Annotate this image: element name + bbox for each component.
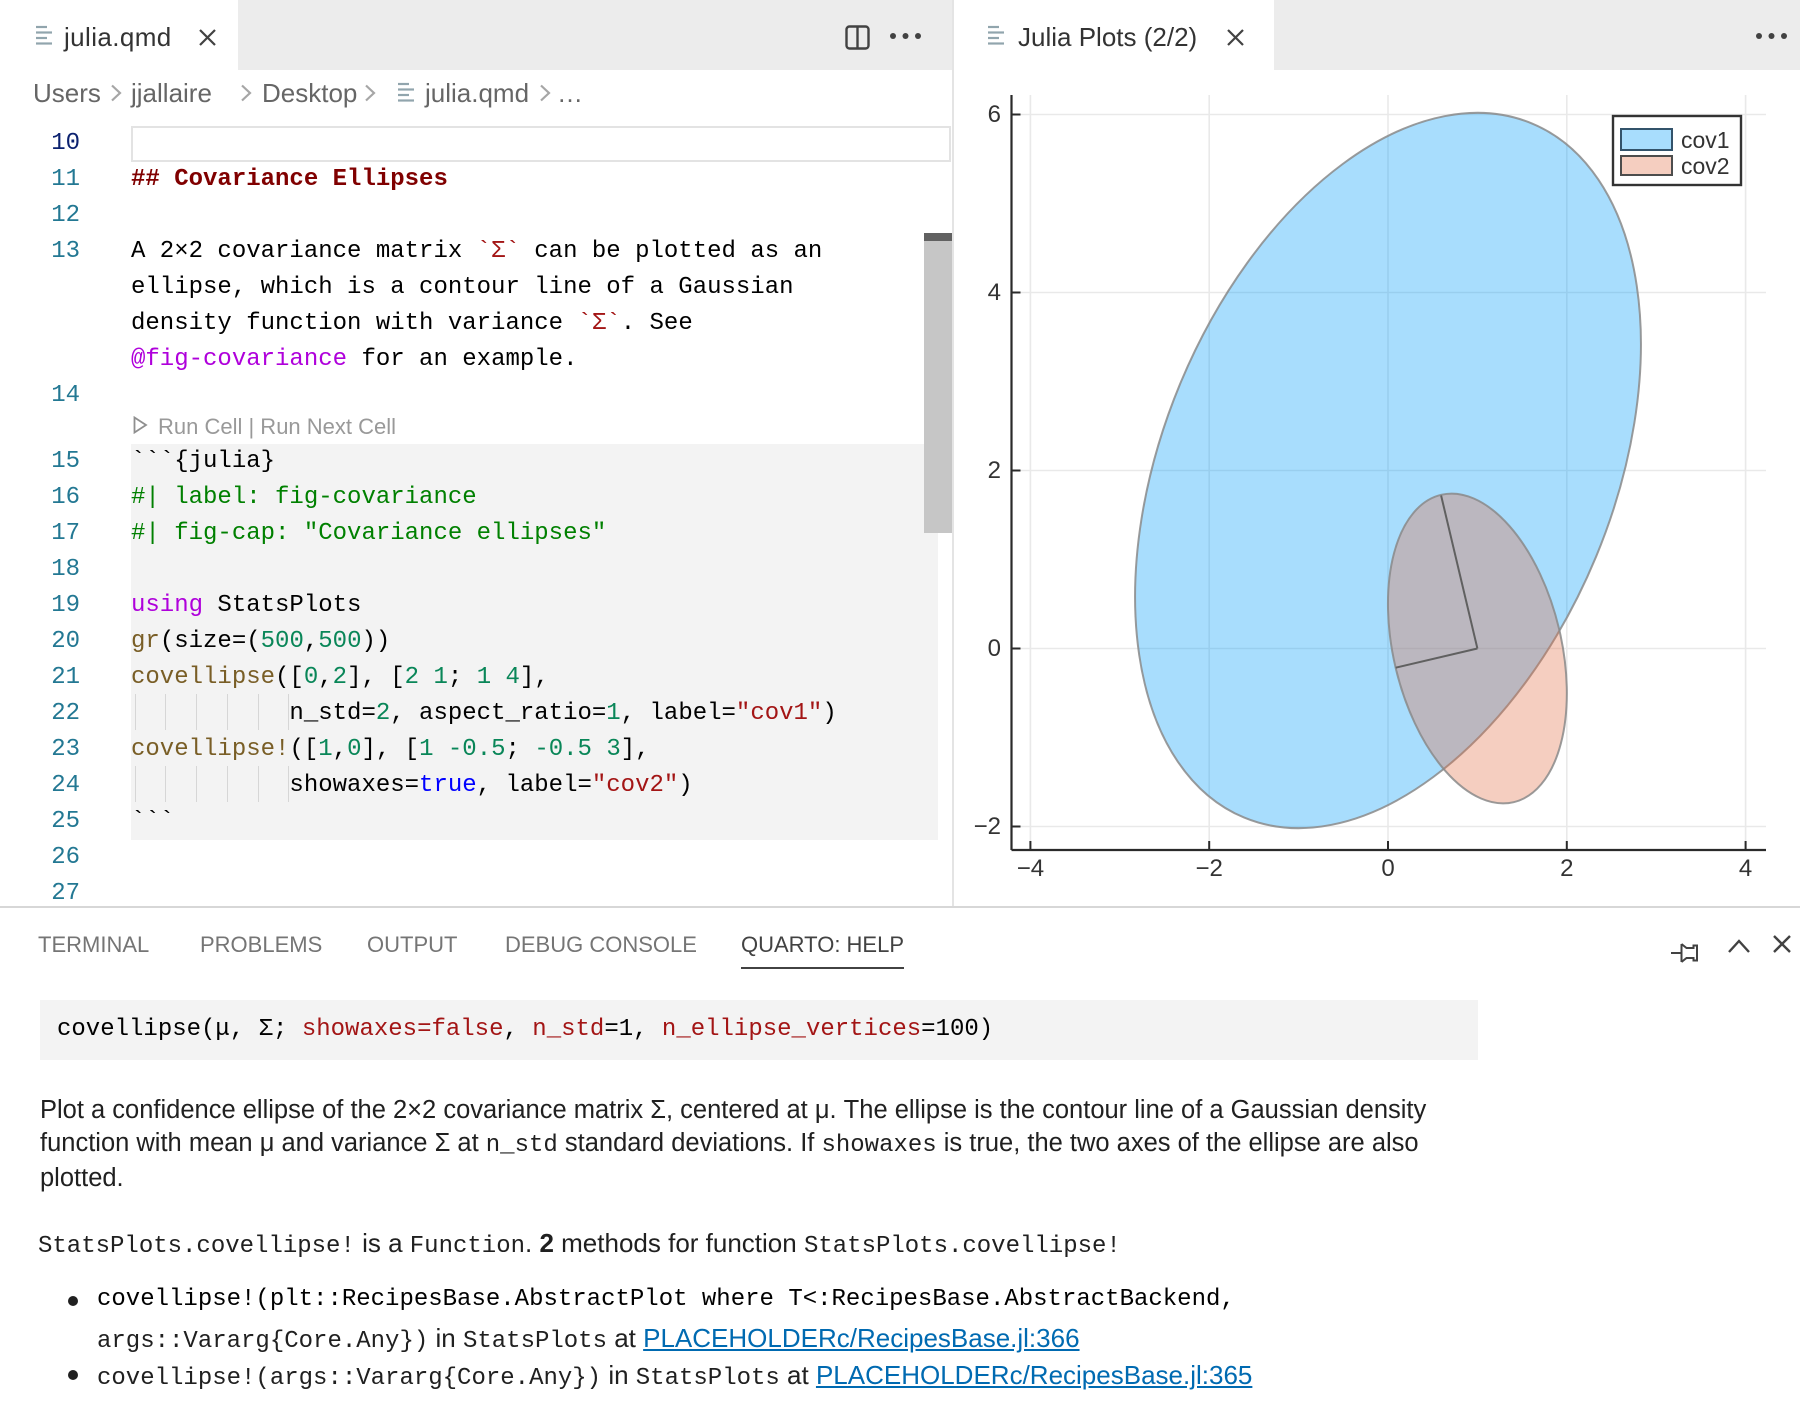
svg-text:cov2: cov2	[1681, 153, 1730, 179]
svg-text:−2: −2	[1196, 855, 1223, 882]
svg-text:0: 0	[988, 635, 1001, 662]
svg-text:−2: −2	[974, 813, 1001, 840]
svg-text:−4: −4	[1017, 855, 1044, 882]
svg-text:4: 4	[1739, 855, 1752, 882]
svg-text:2: 2	[1560, 855, 1573, 882]
svg-text:cov1: cov1	[1681, 127, 1730, 153]
svg-text:4: 4	[988, 279, 1001, 306]
svg-text:2: 2	[988, 457, 1001, 484]
svg-text:0: 0	[1381, 855, 1394, 882]
svg-text:6: 6	[988, 101, 1001, 128]
